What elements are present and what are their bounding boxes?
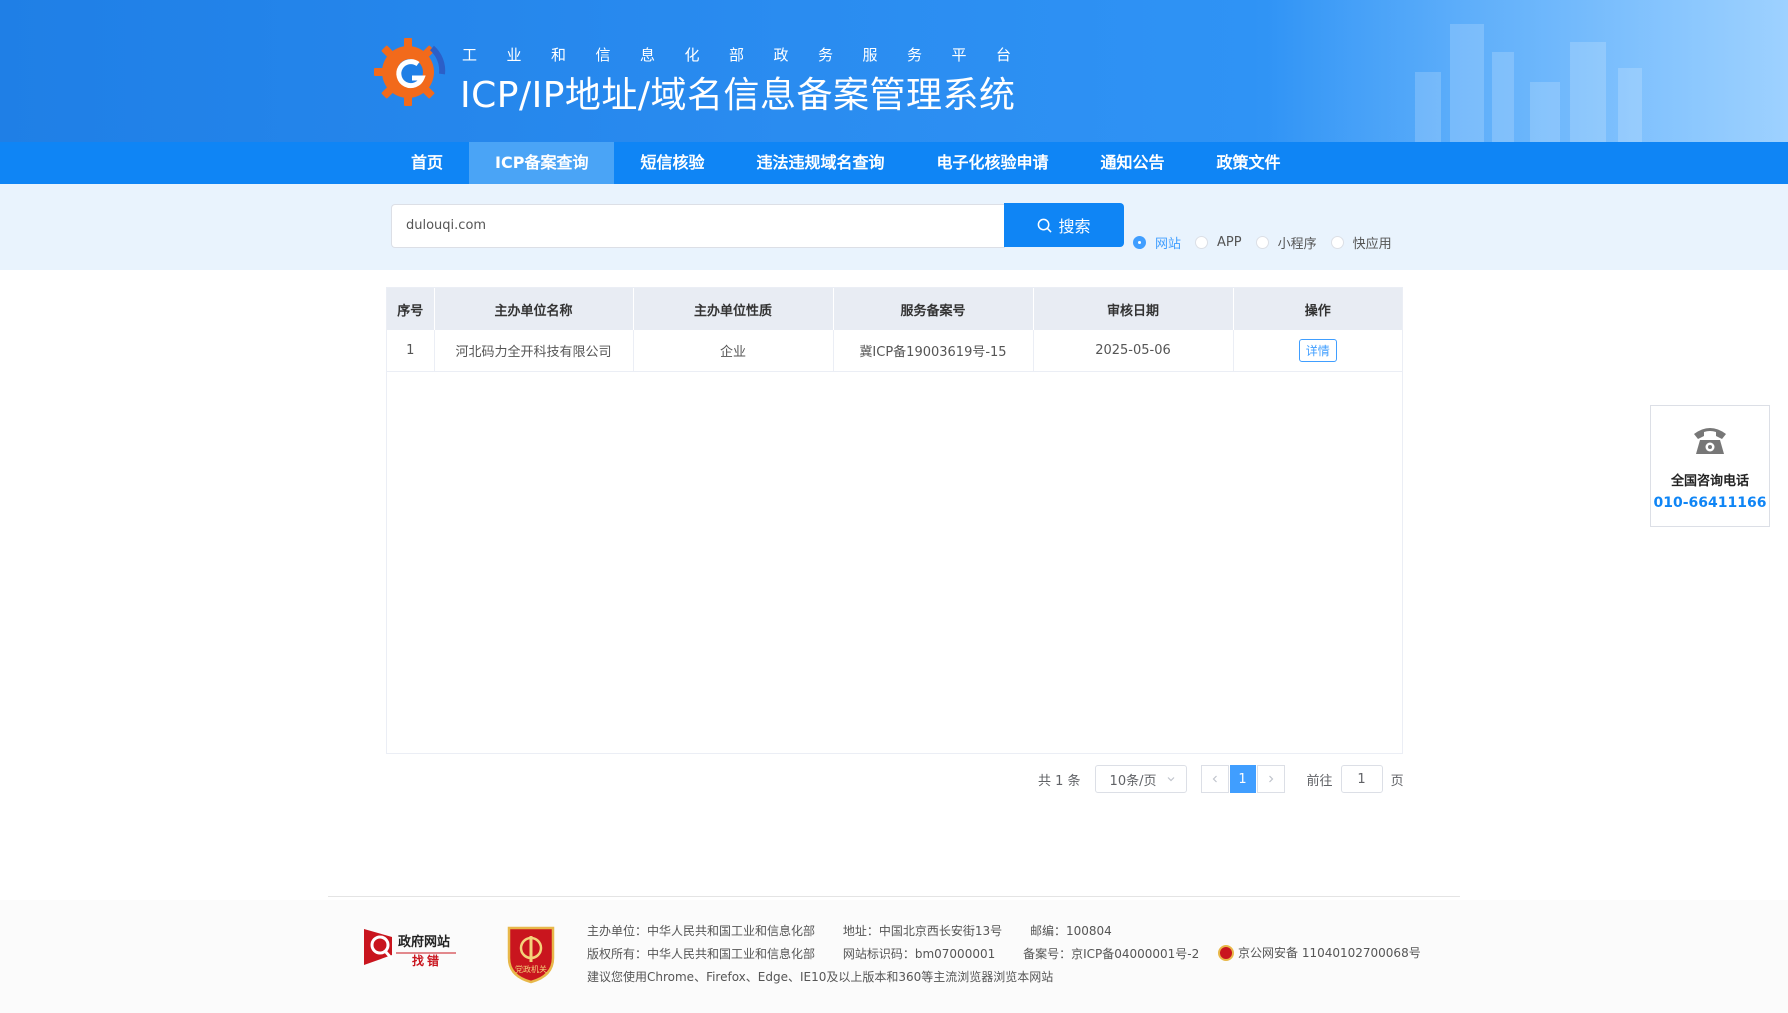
- footer-site-code: 网站标识码：bm07000001: [842, 947, 996, 961]
- site-header: 工业和信息化部政务服务平台 ICP/IP地址/域名信息备案管理系统: [0, 0, 1788, 142]
- radio-quick-app[interactable]: 快应用: [1330, 233, 1392, 252]
- skyline-decoration: [1415, 72, 1441, 142]
- nav-item-illegal-domain-query[interactable]: 违法违规域名查询: [730, 142, 910, 184]
- column-header: 服务备案号: [833, 288, 1034, 330]
- gov-site-error-report-logo[interactable]: 政府网站 找错: [362, 925, 462, 969]
- police-badge-icon: [1218, 944, 1234, 961]
- hotline-label: 全国咨询电话: [1670, 474, 1749, 489]
- header-subtitle: 工业和信息化部政务服务平台: [462, 46, 1041, 64]
- nav-item-sms-verify[interactable]: 短信核验: [614, 142, 730, 184]
- footer-sponsor: 主办单位：中华人民共和国工业和信息化部: [587, 924, 816, 938]
- header-decoration: [1268, 0, 1788, 142]
- next-page-button[interactable]: [1256, 765, 1285, 793]
- column-header: 序号: [387, 288, 435, 330]
- hotline-number: 010-66411166: [1653, 495, 1767, 511]
- footer-icp-record[interactable]: 备案号：京ICP备04000001号-2: [1023, 947, 1199, 961]
- telephone-icon: [1694, 428, 1726, 454]
- footer-info-line-2: 版权所有：中华人民共和国工业和信息化部 网站标识码：bm07000001 备案号…: [587, 945, 1223, 962]
- skyline-decoration: [1492, 52, 1514, 142]
- chevron-down-icon: [1167, 777, 1174, 782]
- miit-logo-icon: [374, 38, 446, 106]
- footer-address: 地址：中国北京西长安街13号: [842, 924, 1003, 938]
- party-gov-shield-icon: [507, 926, 555, 984]
- cell-organizer-type: 企业: [633, 330, 834, 372]
- pagination: 共 1 条 10条/页 1 前往 1 页: [1038, 765, 1404, 793]
- results-table: 序号 主办单位名称 主办单位性质 服务备案号 审核日期 操作 1 河北码力全开科…: [386, 287, 1403, 754]
- hotline-widget: 全国咨询电话 010-66411166: [1650, 405, 1770, 527]
- footer-info-line-1: 主办单位：中华人民共和国工业和信息化部 地址：中国北京西长安街13号 邮编：10…: [587, 922, 1136, 939]
- badge-label: 党政机关: [515, 965, 547, 974]
- column-header: 主办单位名称: [434, 288, 634, 330]
- footer-browser-note: 建议您使用Chrome、Firefox、Edge、IE10及以上版本和360等主…: [587, 970, 1054, 984]
- cell-organizer-name: 河北码力全开科技有限公司: [434, 330, 634, 372]
- chevron-left-icon: [1212, 775, 1217, 783]
- search-type-radio-group: 网站 APP 小程序 快应用: [1133, 233, 1406, 252]
- page-title: ICP/IP地址/域名信息备案管理系统: [460, 75, 1016, 116]
- skyline-decoration: [1618, 68, 1642, 142]
- search-input[interactable]: dulouqi.com: [391, 204, 1005, 248]
- table-header-row: 序号 主办单位名称 主办单位性质 服务备案号 审核日期 操作: [387, 288, 1402, 330]
- radio-website[interactable]: 网站: [1133, 233, 1181, 252]
- table-row: 1 河北码力全开科技有限公司 企业 冀ICP备19003619号-15 2025…: [387, 330, 1402, 372]
- page-suffix: 页: [1390, 773, 1404, 789]
- cell-review-date: 2025-05-06: [1033, 330, 1234, 372]
- nav-item-e-verify-apply[interactable]: 电子化核验申请: [910, 142, 1074, 184]
- party-gov-badge[interactable]: 党政机关: [506, 924, 556, 984]
- footer-postcode: 邮编：100804: [1029, 924, 1112, 938]
- search-button-label: 搜索: [1058, 217, 1091, 236]
- radio-mini-program[interactable]: 小程序: [1255, 233, 1317, 252]
- skyline-decoration: [1530, 82, 1560, 142]
- search-icon: [1038, 218, 1053, 233]
- goto-label: 前往: [1306, 773, 1333, 789]
- police-record-link[interactable]: 京公网安备 11040102700068号: [1218, 944, 1421, 961]
- cell-index: 1: [387, 330, 435, 372]
- page-size-select[interactable]: 10条/页: [1094, 765, 1187, 793]
- nav-item-notices[interactable]: 通知公告: [1075, 142, 1191, 184]
- nav-item-home[interactable]: 首页: [385, 142, 469, 184]
- pagination-total: 共 1 条: [1038, 773, 1081, 789]
- skyline-decoration: [1450, 24, 1484, 142]
- main-nav: 首页 ICP备案查询 短信核验 违法违规域名查询 电子化核验申请 通知公告 政策…: [0, 142, 1788, 184]
- cell-action: 详情: [1233, 330, 1402, 372]
- detail-button[interactable]: 详情: [1298, 338, 1337, 362]
- chevron-right-icon: [1268, 775, 1273, 783]
- column-header: 审核日期: [1033, 288, 1234, 330]
- skyline-decoration: [1570, 42, 1606, 142]
- footer-copyright: 版权所有：中华人民共和国工业和信息化部: [587, 947, 816, 961]
- search-button[interactable]: 搜索: [1004, 203, 1124, 247]
- prev-page-button[interactable]: [1200, 765, 1229, 793]
- goto-page-input[interactable]: 1: [1340, 765, 1383, 793]
- nav-item-policy-docs[interactable]: 政策文件: [1191, 142, 1307, 184]
- column-header: 操作: [1233, 288, 1402, 330]
- gov-logo-subtitle: 找错: [412, 954, 443, 968]
- radio-app[interactable]: APP: [1195, 235, 1242, 250]
- page-number-button[interactable]: 1: [1229, 765, 1256, 793]
- gov-logo-title: 政府网站: [398, 935, 451, 950]
- cell-record-number: 冀ICP备19003619号-15: [833, 330, 1034, 372]
- column-header: 主办单位性质: [633, 288, 834, 330]
- nav-item-icp-query[interactable]: ICP备案查询: [469, 142, 615, 184]
- police-record-text: 京公网安备 11040102700068号: [1238, 946, 1421, 960]
- footer-divider: [328, 896, 1460, 897]
